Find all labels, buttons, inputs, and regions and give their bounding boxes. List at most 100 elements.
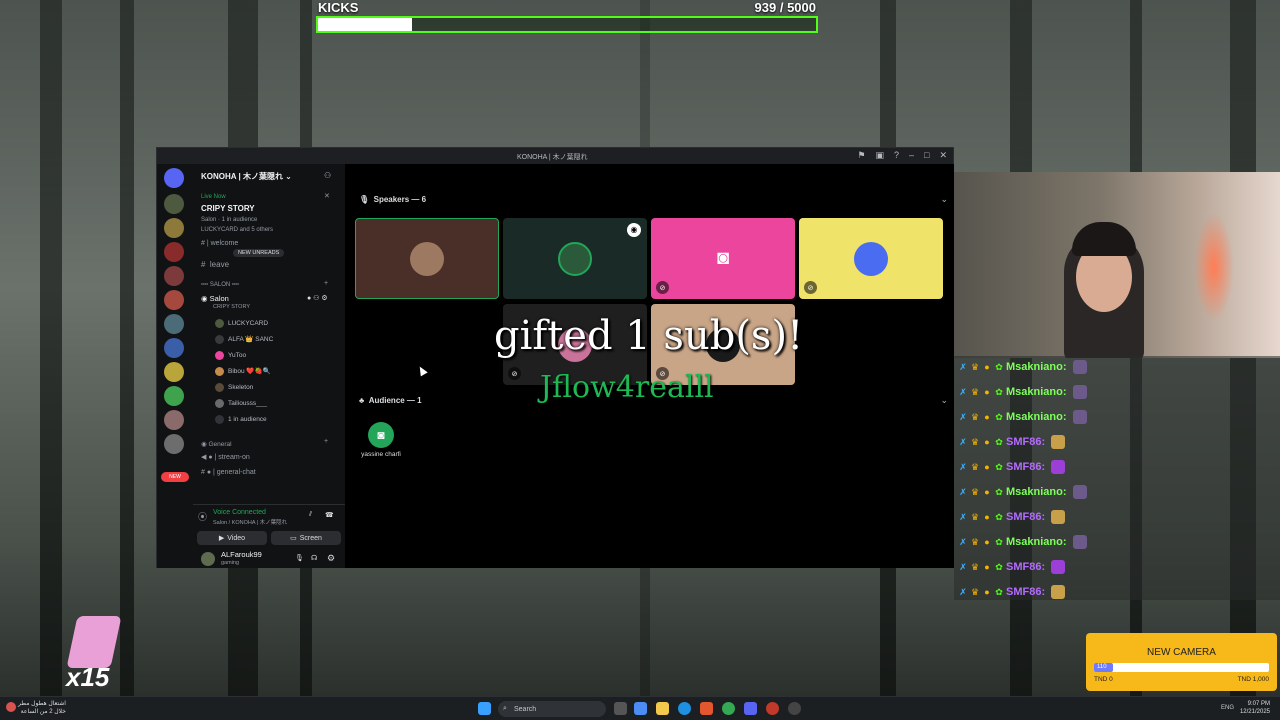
discord-icon[interactable] <box>744 702 757 715</box>
close-icon[interactable]: ✕ <box>324 192 330 200</box>
video-button[interactable]: ▶ Video <box>197 531 267 545</box>
speaker-tile[interactable]: ◉ <box>503 218 647 299</box>
discord-logo-icon: ◙ <box>368 422 394 448</box>
server-icon[interactable] <box>164 362 184 382</box>
chevron-down-icon[interactable]: ⌄ <box>940 194 948 205</box>
server-icon[interactable] <box>164 386 184 406</box>
server-icon[interactable] <box>164 266 184 286</box>
salon-status: CRIPY STORY <box>213 304 250 310</box>
search-box[interactable]: ⌕ Search <box>498 701 606 717</box>
voice-user[interactable]: ALFA 👑 SANC <box>215 335 273 344</box>
server-icon[interactable] <box>164 194 184 214</box>
voice-user[interactable]: Bibou ❤️🍓🔍 <box>215 367 271 376</box>
screen-share-button[interactable]: ▭ Screen <box>271 531 341 545</box>
weather-icon[interactable] <box>6 702 16 712</box>
voice-user[interactable]: Skeleton <box>215 383 253 392</box>
chat-username[interactable]: Msakniano: <box>1006 361 1067 373</box>
add-channel-icon[interactable]: + <box>324 280 328 287</box>
chat-username[interactable]: SMF86: <box>1006 461 1045 473</box>
screen-icon[interactable]: ▣ <box>875 150 884 161</box>
stream-icon[interactable]: ◉ <box>627 223 641 237</box>
disconnect-icon[interactable]: ☎ <box>325 511 334 519</box>
crown-badge-icon: ♛ <box>970 362 980 372</box>
chat-username[interactable]: SMF86: <box>1006 586 1045 598</box>
goal-fill: 110 <box>1094 663 1114 672</box>
file-explorer-icon[interactable] <box>656 702 669 715</box>
server-icon[interactable] <box>164 218 184 238</box>
speaker-tile[interactable] <box>355 218 499 299</box>
chat-username[interactable]: SMF86: <box>1006 436 1045 448</box>
kicks-progress-track <box>316 16 818 33</box>
live-stream-title[interactable]: CRIPY STORY <box>201 204 255 213</box>
voice-channel-path[interactable]: Salon / KONOHA | 木ノ葉隠れ <box>213 518 287 526</box>
emote-icon <box>1072 385 1087 399</box>
voice-user[interactable]: LUCKYCARD <box>215 319 268 328</box>
server-icon[interactable] <box>164 242 184 262</box>
clock[interactable]: 9:07 PM 12/21/2025 <box>1240 700 1270 716</box>
avatar[interactable] <box>201 552 215 566</box>
category-salon[interactable]: ╍╍ SALON ╍╍ <box>201 281 239 288</box>
chat-username[interactable]: Msakniano: <box>1006 536 1067 548</box>
chat-message: ✗ ♛ ● ✿ SMF86: <box>958 581 1066 603</box>
subscriber-badge-icon: ● <box>984 412 990 422</box>
close-icon[interactable]: ✕ <box>939 150 947 161</box>
brave-icon[interactable] <box>700 702 713 715</box>
help-icon[interactable]: ? <box>894 150 899 161</box>
channel-welcome[interactable]: # | welcome <box>201 240 238 247</box>
language-indicator[interactable]: ENG <box>1221 705 1234 711</box>
window-titlebar: KONOHA | 木ノ葉隠れ ⚑ ▣ ? – □ ✕ <box>157 148 953 164</box>
webcam-feed <box>954 172 1280 358</box>
chat-username[interactable]: Msakniano: <box>1006 411 1067 423</box>
speaker-tile[interactable]: ⊘ <box>799 218 943 299</box>
edge-icon[interactable] <box>678 702 691 715</box>
minimize-icon[interactable]: – <box>909 150 914 161</box>
chat-username[interactable]: Msakniano: <box>1006 486 1067 498</box>
news-widget[interactable]: اشتعال هطول مطر خلال 2 من الساعة <box>18 700 66 716</box>
voice-channel-salon[interactable]: ◉ Salon <box>201 294 229 303</box>
category-general[interactable]: ◉ General <box>201 440 232 448</box>
emote-icon <box>1051 435 1066 449</box>
app-icon[interactable] <box>766 702 779 715</box>
speaker-tile[interactable]: ◙ ⊘ <box>651 218 795 299</box>
gift-gem-icon <box>66 616 122 668</box>
copilot-icon[interactable] <box>634 702 647 715</box>
headphones-icon[interactable]: ☊ <box>311 554 317 562</box>
chevron-down-icon[interactable]: ⌄ <box>940 395 948 406</box>
chat-username[interactable]: Msakniano: <box>1006 386 1067 398</box>
channel-leave[interactable]: # leave <box>201 260 229 269</box>
chat-username[interactable]: SMF86: <box>1006 511 1045 523</box>
start-icon[interactable] <box>478 702 491 715</box>
server-icon[interactable] <box>164 338 184 358</box>
avatar <box>410 241 444 276</box>
audience-user[interactable]: ◙ yassine charfi <box>359 422 403 458</box>
server-name[interactable]: KONOHA | 木ノ葉隠れ ⌄ <box>201 171 292 182</box>
server-icon[interactable] <box>164 434 184 454</box>
discord-home-icon[interactable] <box>164 168 184 188</box>
voice-user[interactable]: Tailiousss___ <box>215 399 267 408</box>
chat-username[interactable]: SMF86: <box>1006 561 1045 573</box>
server-icon[interactable] <box>164 290 184 310</box>
add-channel-icon[interactable]: + <box>324 438 328 445</box>
new-unreads-pill[interactable]: NEW UNREADS <box>233 249 285 257</box>
username[interactable]: ALFarouk99 <box>221 550 262 559</box>
kicks-count: 939 / 5000 <box>754 0 816 15</box>
add-member-icon[interactable]: ⚇ <box>324 171 331 180</box>
task-view-icon[interactable] <box>614 702 627 715</box>
maximize-icon[interactable]: □ <box>924 150 929 161</box>
obs-icon[interactable] <box>788 702 801 715</box>
chrome-icon[interactable] <box>722 702 735 715</box>
server-icon[interactable] <box>164 410 184 430</box>
window-title: KONOHA | 木ノ葉隠れ <box>517 154 588 161</box>
goal-track: 110 <box>1094 663 1269 672</box>
discord-logo-icon: ◙ <box>716 247 730 269</box>
voice-user[interactable]: YuToo <box>215 351 246 360</box>
microphone-icon[interactable]: 🎙 <box>295 554 304 562</box>
channel-stream-on[interactable]: ◀ ● | stream-on <box>201 453 250 461</box>
inbox-icon[interactable]: ⚑ <box>857 150 865 161</box>
settings-icon[interactable]: ⚙ <box>327 553 335 564</box>
sword-badge-icon: ✗ <box>959 412 967 422</box>
server-icon[interactable] <box>164 314 184 334</box>
noise-suppression-icon[interactable]: ⫽ <box>309 511 312 519</box>
channel-settings-icon[interactable]: ● ⚇ ⚙ <box>307 294 328 302</box>
channel-general-chat[interactable]: # ● | general-chat <box>201 469 256 476</box>
